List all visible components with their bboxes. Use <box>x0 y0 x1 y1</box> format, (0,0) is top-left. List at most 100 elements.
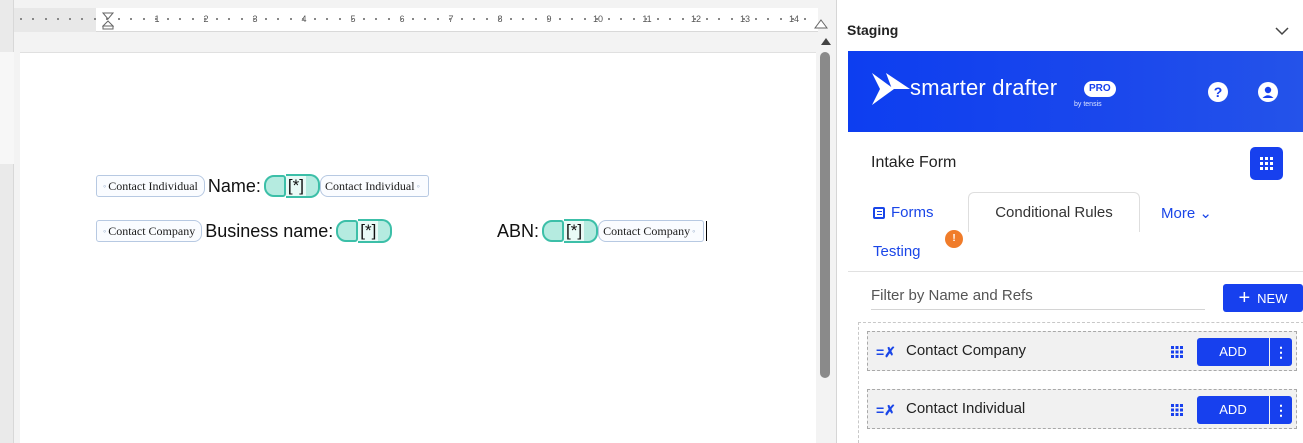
form-title: Intake Form <box>871 154 957 171</box>
ruler-tick <box>314 18 316 20</box>
ruler-tick <box>718 18 721 20</box>
indent-marker-icon[interactable] <box>102 12 114 30</box>
rule-condition-icon: =✗ <box>876 344 896 360</box>
ruler-tick <box>20 18 22 20</box>
ruler-tick <box>608 18 610 20</box>
ruler-tick <box>742 18 745 20</box>
help-icon[interactable]: ? <box>1208 82 1228 102</box>
ruler-tick <box>448 18 451 20</box>
tab-conditional-rules[interactable]: Conditional Rules <box>968 192 1140 232</box>
scrollbar-thumb[interactable] <box>820 52 830 378</box>
ruler-tick <box>81 18 84 20</box>
ruler-tick <box>546 18 549 20</box>
ruler-tick <box>338 18 341 20</box>
ruler-number: 10 <box>592 14 604 24</box>
business-name-label: Business name: <box>205 220 334 241</box>
vertical-ruler <box>0 0 14 443</box>
ruler-tick <box>657 18 659 20</box>
document-line-abn: ABN: [*] Contact Company ◦ <box>494 219 708 243</box>
abn-field[interactable]: [*] <box>542 219 599 243</box>
grid-icon[interactable] <box>1170 345 1184 359</box>
ruler-tick <box>571 18 574 20</box>
vertical-scrollbar[interactable] <box>818 32 834 443</box>
form-icon <box>873 206 885 219</box>
ruler-tick <box>363 18 365 20</box>
more-options-icon[interactable]: ⋮ <box>1270 338 1292 366</box>
ruler-number: 14 <box>788 14 800 24</box>
ruler-tick <box>289 18 292 20</box>
ruler-tick <box>534 18 537 20</box>
horizontal-ruler[interactable]: 123456789101112131415 <box>14 8 848 32</box>
ruler-tick <box>301 18 304 20</box>
add-button[interactable]: ADD <box>1197 338 1269 366</box>
ruler-tick <box>69 18 71 20</box>
ruler-tick <box>179 18 182 20</box>
ruler-tick <box>669 18 672 20</box>
name-field[interactable]: [*] <box>263 174 320 198</box>
ruler-tick <box>277 18 280 20</box>
cc-end-arrow-icon: ◦ <box>416 181 420 191</box>
ruler-tick <box>191 18 194 20</box>
pro-badge: PRO <box>1084 81 1116 97</box>
ruler-number: 13 <box>739 14 751 24</box>
plus-icon: + <box>1238 287 1251 309</box>
document-line-company: ◦ Contact Company Business name: [*] <box>96 219 393 243</box>
ruler-tick <box>632 18 635 20</box>
user-account-icon[interactable] <box>1258 82 1278 102</box>
ruler-tick <box>510 18 512 20</box>
abn-label: ABN: <box>497 220 540 241</box>
ruler-tick <box>399 18 402 20</box>
brand-wordmark: smarter drafter <box>910 75 1058 100</box>
grid-icon[interactable] <box>1170 403 1184 417</box>
filter-input[interactable]: Filter by Name and Refs <box>871 284 1205 310</box>
ruler-tick <box>644 18 647 20</box>
ruler-tick <box>473 18 476 20</box>
cc-start-arrow-icon: ◦ <box>103 181 107 191</box>
rule-item-contact-individual[interactable]: =✗ Contact Individual ADD ⋮ <box>867 389 1297 429</box>
ruler-tick <box>130 18 133 20</box>
content-control-end-individual[interactable]: Contact Individual ◦ <box>319 175 429 197</box>
ruler-tick <box>56 18 59 20</box>
rule-name: Contact Individual <box>906 400 1026 417</box>
grid-icon <box>1260 157 1273 170</box>
ruler-tick <box>350 18 353 20</box>
document-area: 123456789101112131415 ◦Contact Individua… <box>0 0 848 443</box>
ruler-tick <box>412 18 414 20</box>
ruler-tick <box>93 18 96 20</box>
pane-title: Staging <box>847 22 899 38</box>
apps-grid-button[interactable] <box>1250 147 1283 180</box>
new-rule-button[interactable]: + NEW <box>1223 284 1303 312</box>
ruler-tick <box>791 18 794 20</box>
scroll-up-icon[interactable] <box>821 38 831 45</box>
more-options-icon[interactable]: ⋮ <box>1270 396 1292 424</box>
ruler-tick <box>730 18 733 20</box>
ruler-tick <box>118 18 120 20</box>
content-control-start-company[interactable]: ◦ Contact Company <box>96 220 203 242</box>
cc-start-arrow-icon: ◦ <box>103 226 107 236</box>
tab-bar: Forms Conditional Rules More ⌄ Testing ! <box>848 192 1303 272</box>
rule-name: Contact Company <box>906 342 1027 359</box>
ruler-tick <box>44 18 47 20</box>
content-control-end-company[interactable]: Contact Company ◦ <box>598 220 705 242</box>
rule-item-contact-company[interactable]: =✗ Contact Company ADD ⋮ <box>867 331 1297 371</box>
tab-testing[interactable]: Testing <box>873 243 921 260</box>
tab-forms[interactable]: Forms <box>873 204 934 221</box>
ruler-tick <box>693 18 696 20</box>
ruler-tick <box>265 18 267 20</box>
testing-alert-badge: ! <box>945 230 963 248</box>
ruler-tick <box>522 18 525 20</box>
content-control-start-individual[interactable]: ◦ Contact Individual <box>96 175 205 197</box>
ruler-tick <box>154 18 157 20</box>
ruler-tick <box>203 18 206 20</box>
business-name-field[interactable]: [*] <box>336 219 393 243</box>
ruler-tick <box>485 18 488 20</box>
add-in-pane: Staging smarter drafter PRO by tensis ? … <box>836 0 1303 443</box>
tab-more[interactable]: More ⌄ <box>1161 204 1212 222</box>
chevron-down-icon[interactable] <box>1273 22 1291 40</box>
add-button[interactable]: ADD <box>1197 396 1269 424</box>
right-indent-marker-icon[interactable] <box>814 18 828 30</box>
ruler-tick <box>767 18 770 20</box>
ruler-tick <box>32 18 35 20</box>
ruler-tick <box>326 18 329 20</box>
document-page[interactable] <box>20 52 816 443</box>
